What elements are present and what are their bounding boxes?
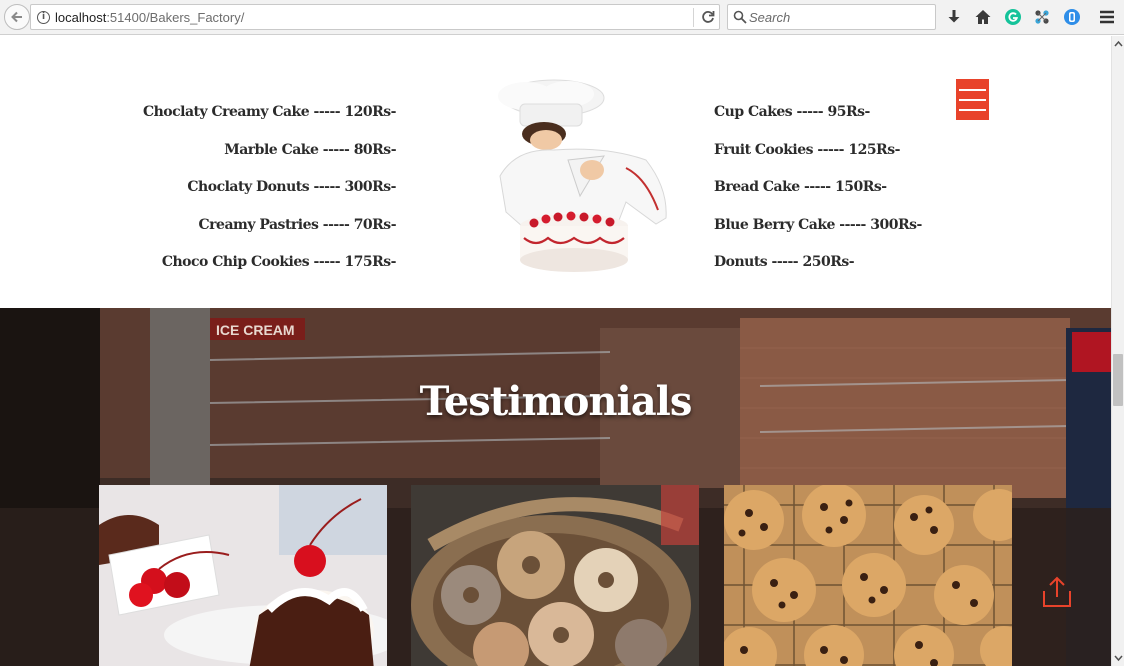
scrollbar-thumb[interactable] [1113, 354, 1123, 406]
menu-item: Blue Berry Cake ----- 300Rs- [714, 216, 922, 233]
menu-left-column: Choclaty Creamy Cake ----- 120Rs- Marble… [142, 104, 397, 292]
nav-menu-button[interactable] [956, 79, 989, 120]
svg-text:ICE CREAM: ICE CREAM [216, 322, 295, 338]
url-separator [693, 8, 694, 27]
testimonials-section: ICE CREAM Testimonials [0, 308, 1111, 666]
menu-item: Creamy Pastries ----- 70Rs- [198, 216, 397, 233]
menu-item: Donuts ----- 250Rs- [714, 254, 855, 270]
reload-icon[interactable] [699, 8, 717, 26]
menu-item: Bread Cake ----- 150Rs- [714, 179, 887, 195]
page-scrollbar[interactable] [1111, 36, 1124, 666]
search-bar[interactable]: Search [727, 4, 936, 30]
menu-item: Choclaty Donuts ----- 300Rs- [187, 179, 396, 195]
bagels-basket-image [411, 485, 699, 666]
back-button[interactable] [4, 4, 30, 30]
menu-bar-line [959, 88, 986, 91]
page-viewport: Choclaty Creamy Cake ----- 120Rs- Marble… [0, 36, 1111, 666]
cherry-sundae-image [99, 485, 387, 666]
info-icon[interactable]: i [37, 11, 50, 24]
menu-item: Fruit Cookies ----- 125Rs- [714, 141, 900, 158]
menu-item: Choco Chip Cookies ----- 175Rs- [161, 254, 397, 270]
menu-bar-line [959, 98, 986, 101]
share-icon[interactable] [1040, 574, 1074, 610]
search-icon [733, 10, 747, 24]
url-path: :51400/Bakers_Factory/ [106, 10, 245, 25]
extension-icon[interactable] [1032, 7, 1052, 27]
menu-bar-line [959, 108, 986, 111]
url-host: localhost [55, 10, 107, 25]
url-bar[interactable]: i localhost:51400/Bakers_Factory/ [30, 4, 720, 30]
menu-item: Cup Cakes ----- 95Rs- [714, 104, 870, 120]
testimonials-title: Testimonials [419, 378, 693, 425]
menu-item: Marble Cake ----- 80Rs- [224, 141, 396, 158]
testimonial-card[interactable] [724, 485, 1012, 666]
back-arrow-icon [11, 11, 22, 23]
chef-image [498, 79, 667, 272]
download-icon[interactable] [944, 7, 964, 27]
price-menu-section: Choclaty Creamy Cake ----- 120Rs- Marble… [0, 36, 1111, 308]
url-text[interactable]: localhost:51400/Bakers_Factory/ [55, 10, 244, 25]
search-placeholder: Search [749, 10, 791, 25]
browser-toolbar: i localhost:51400/Bakers_Factory/ Search [0, 0, 1124, 35]
home-icon[interactable] [973, 7, 993, 27]
menu-item: Choclaty Creamy Cake ----- 120Rs- [142, 104, 397, 120]
hamburger-menu-icon[interactable] [1097, 7, 1117, 27]
testimonial-card[interactable] [411, 485, 699, 666]
scroll-up-icon[interactable] [1114, 39, 1123, 49]
shield-icon[interactable] [1062, 7, 1082, 27]
scroll-down-icon[interactable] [1114, 653, 1123, 663]
menu-right-column: Cup Cakes ----- 95Rs- Fruit Cookies ----… [714, 104, 922, 292]
testimonial-card[interactable] [99, 485, 387, 666]
choco-chip-cookies-image [724, 485, 1012, 666]
grammarly-icon[interactable] [1003, 7, 1023, 27]
